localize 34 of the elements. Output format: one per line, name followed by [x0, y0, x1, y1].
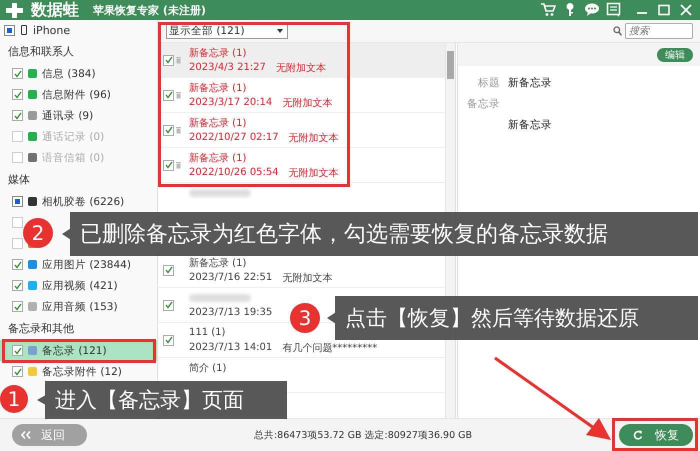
note-title: 简介 (1): [189, 362, 226, 374]
field-label: 标题: [477, 76, 500, 90]
note-title: 新备忘录 (1): [189, 46, 246, 60]
step-number-badge: 3: [290, 303, 320, 333]
note-preview: 无附加文本: [282, 96, 332, 110]
note-title: 新备忘录 (1): [189, 82, 246, 94]
logo-text: 数据蛙: [31, 0, 79, 20]
step-tooltip: 点击【恢复】然后等待数据还原: [327, 296, 698, 340]
note-date: 2023/7/13 14:01: [189, 342, 272, 353]
note-preview: 无附加文本: [288, 166, 339, 180]
note-preview: 有几个问题*********: [282, 342, 378, 354]
section-title: 媒体: [7, 172, 31, 188]
section-title: 备忘录和其他: [7, 321, 75, 337]
step-tooltip: 进入【备忘录】页面: [37, 381, 287, 419]
step-tooltip: 已删除备忘录为红色字体，勾选需要恢复的备忘录数据: [62, 212, 698, 256]
note-date: 2022/10/27 02:17: [189, 132, 279, 143]
field-label: 备忘录: [466, 97, 500, 111]
note-preview: 无附加文本: [276, 62, 326, 74]
note-preview: 无附加文本: [288, 132, 339, 144]
note-body: 新备忘录: [508, 118, 553, 132]
status-text: 总共:86473项53.72 GB 选定:80927项36.90 GB: [252, 428, 474, 442]
note-title: 新备忘录 (1): [189, 256, 246, 270]
note-preview: 无附加文本: [282, 272, 332, 284]
note-date: 2022/10/26 05:54: [189, 167, 279, 178]
note-date: 2023/7/13 19:35: [189, 307, 272, 318]
note-date: 2023/4/3 21:27: [189, 62, 266, 73]
field-value: 新备忘录: [508, 76, 553, 90]
section-title: 信息和联系人: [7, 44, 75, 60]
note-title: 新备忘录 (1): [189, 152, 246, 164]
note-date: 2023/3/17 20:14: [189, 97, 272, 108]
window-title: 苹果恢复专家 (未注册): [93, 2, 206, 18]
note-date: 2023/7/16 22:51: [189, 272, 272, 283]
note-title: 111 (1): [189, 327, 226, 338]
note-title: 新备忘录 (1): [189, 116, 246, 130]
